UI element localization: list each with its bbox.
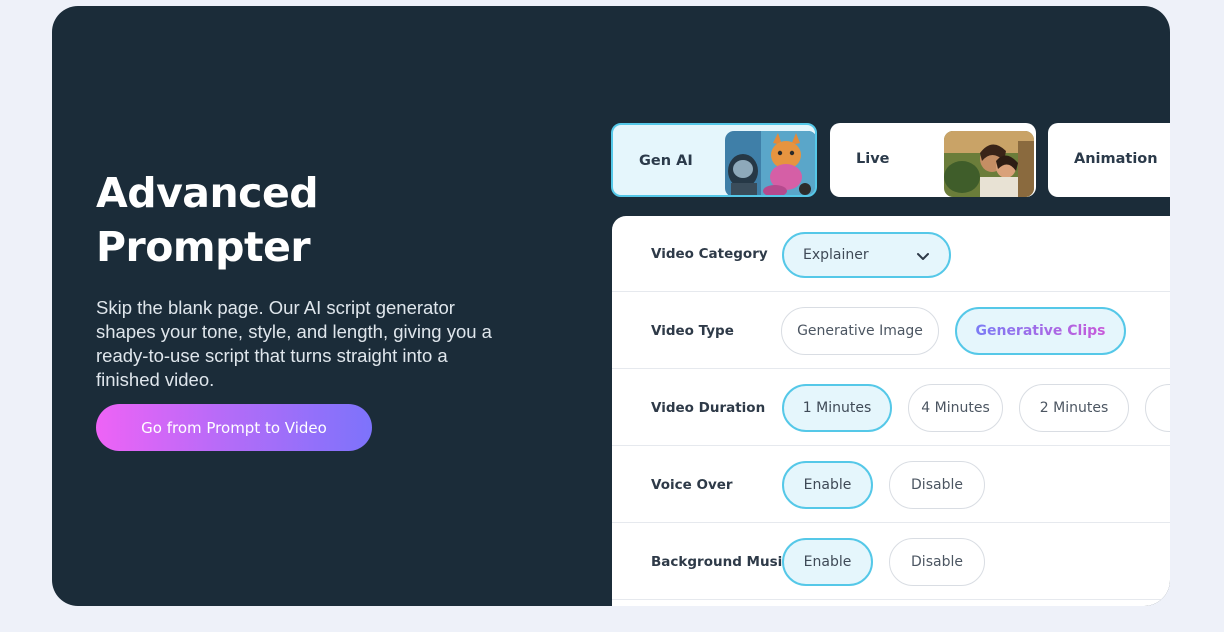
voice-over-label: Voice Over xyxy=(651,477,733,493)
tab-label: Gen AI xyxy=(639,153,693,169)
voice-over-row: Voice Over Enable Disable xyxy=(612,447,1170,523)
option-more-duration[interactable] xyxy=(1145,384,1170,432)
prompt-to-video-button[interactable]: Go from Prompt to Video xyxy=(96,404,372,451)
option-generative-image[interactable]: Generative Image xyxy=(781,307,939,355)
voice-over-disable[interactable]: Disable xyxy=(889,461,985,509)
video-category-select[interactable]: Explainer xyxy=(782,232,951,278)
tab-gen-ai[interactable]: Gen AI xyxy=(611,123,817,197)
tab-animation[interactable]: Animation xyxy=(1048,123,1170,197)
tab-live[interactable]: Live xyxy=(830,123,1036,197)
live-thumbnail xyxy=(944,131,1034,197)
option-2-minutes[interactable]: 2 Minutes xyxy=(1019,384,1129,432)
option-label: Generative Clips xyxy=(975,323,1106,339)
option-4-minutes[interactable]: 4 Minutes xyxy=(908,384,1003,432)
background-music-row: Background Music Enable Disable xyxy=(612,524,1170,600)
video-type-row: Video Type Generative Image Generative C… xyxy=(612,293,1170,369)
hero-description: Skip the blank page. Our AI script gener… xyxy=(96,297,492,390)
video-category-label: Video Category xyxy=(651,246,768,262)
background-music-label: Background Music xyxy=(651,554,791,570)
background-music-enable[interactable]: Enable xyxy=(782,538,873,586)
hero-section: Advanced Prompter Skip the blank page. O… xyxy=(96,166,526,392)
tab-label: Animation xyxy=(1074,151,1158,167)
background-music-disable[interactable]: Disable xyxy=(889,538,985,586)
settings-panel: Video Category Explainer Video Type Gene… xyxy=(612,216,1170,606)
gen-ai-thumbnail xyxy=(725,131,815,195)
voice-over-enable[interactable]: Enable xyxy=(782,461,873,509)
video-duration-label: Video Duration xyxy=(651,400,766,416)
tab-label: Live xyxy=(856,151,890,167)
option-1-minute[interactable]: 1 Minutes xyxy=(782,384,892,432)
video-category-value: Explainer xyxy=(803,247,869,263)
video-category-row: Video Category Explainer xyxy=(612,216,1170,292)
category-tabs: Gen AI Live Animation xyxy=(611,123,1170,197)
feature-card: Advanced Prompter Skip the blank page. O… xyxy=(52,6,1170,606)
video-duration-row: Video Duration 1 Minutes 4 Minutes 2 Min… xyxy=(612,370,1170,446)
chevron-down-icon xyxy=(915,248,931,264)
hero-title: Advanced Prompter xyxy=(96,169,319,271)
option-generative-clips[interactable]: Generative Clips xyxy=(955,307,1126,355)
video-type-label: Video Type xyxy=(651,323,734,339)
